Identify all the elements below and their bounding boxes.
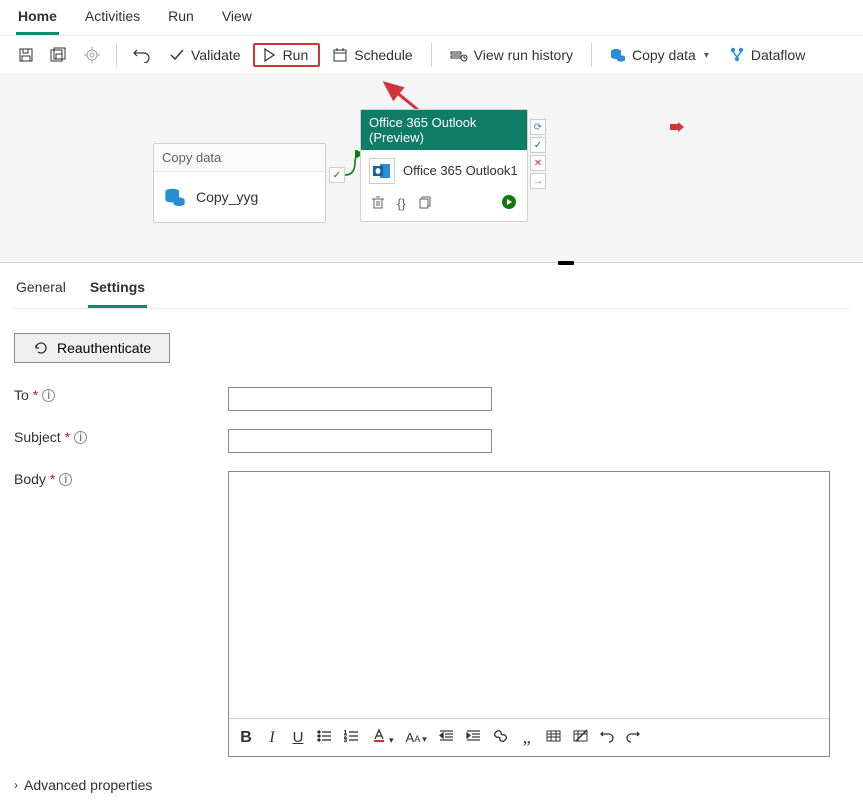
activity-copy-data[interactable]: Copy data Copy_yyg (153, 143, 326, 223)
delete-icon[interactable] (371, 195, 385, 212)
copy-data-button[interactable]: Copy data ▾ (602, 43, 717, 67)
chevron-right-icon: › (14, 778, 18, 792)
activity-name: Copy_yyg (196, 189, 258, 205)
chevron-down-icon: ▾ (704, 50, 709, 61)
bold-button[interactable]: B (239, 729, 253, 747)
quote-button[interactable]: „ (520, 727, 534, 748)
link-button[interactable] (493, 729, 508, 747)
toolbar-separator (591, 43, 592, 67)
tab-run[interactable]: Run (166, 6, 196, 35)
validate-label: Validate (191, 47, 241, 63)
output-fail-handle[interactable]: ✕ (530, 155, 546, 171)
body-textarea[interactable] (229, 472, 829, 718)
run-activity-icon[interactable] (501, 194, 517, 213)
run-label: Run (283, 47, 309, 63)
table-button[interactable] (546, 729, 561, 747)
font-color-button[interactable]: ▾ (371, 728, 394, 747)
info-icon[interactable]: i (74, 431, 87, 444)
output-success-handle[interactable]: ✓ (530, 137, 546, 153)
clear-format-button[interactable] (573, 729, 588, 747)
database-icon (610, 47, 626, 63)
activity-name: Office 365 Outlook1 (403, 163, 518, 179)
settings-gear-button[interactable] (78, 43, 106, 67)
gear-icon (84, 47, 100, 63)
advanced-properties-toggle[interactable]: › Advanced properties (14, 777, 849, 793)
numbered-list-button[interactable]: 123 (344, 729, 359, 747)
redo-button[interactable] (626, 729, 640, 747)
history-icon (450, 47, 468, 63)
properties-panel: General Settings Reauthenticate To* i Su… (0, 263, 863, 803)
database-icon (164, 186, 186, 208)
subject-label: Subject* i (14, 429, 228, 445)
info-icon[interactable]: i (59, 473, 72, 486)
calendar-icon (332, 47, 348, 63)
dataflow-icon (729, 47, 745, 63)
tab-general[interactable]: General (14, 273, 68, 308)
annotation-arrow-small (670, 122, 684, 132)
outlook-icon (369, 158, 395, 184)
copy-icon[interactable] (418, 195, 432, 212)
view-run-history-button[interactable]: View run history (442, 43, 581, 67)
dataflow-button[interactable]: Dataflow (721, 43, 813, 67)
copy-data-label: Copy data (632, 47, 696, 63)
underline-button[interactable]: U (291, 729, 305, 746)
play-icon (261, 47, 277, 63)
pipeline-canvas[interactable]: Copy data Copy_yyg ✓ Office 365 Outlook … (0, 75, 863, 263)
refresh-icon (33, 340, 49, 356)
settings-form: To* i Subject* i Body* i B I U (14, 387, 849, 757)
output-skip-handle[interactable]: → (530, 173, 546, 189)
bullet-list-button[interactable] (317, 729, 332, 747)
body-editor: B I U 123 ▾ AA▾ (228, 471, 830, 757)
toolbar-separator (116, 43, 117, 67)
save-all-icon (50, 47, 68, 63)
properties-tabs: General Settings (14, 273, 849, 309)
ribbon-tabs: Home Activities Run View (0, 0, 863, 36)
undo-button[interactable] (600, 729, 614, 747)
to-label: To* i (14, 387, 228, 403)
info-icon[interactable]: i (42, 389, 55, 402)
activity-outlook[interactable]: Office 365 Outlook (Preview) Office 365 … (360, 109, 528, 222)
save-all-button[interactable] (44, 43, 74, 67)
body-label: Body* i (14, 471, 228, 487)
tab-settings[interactable]: Settings (88, 273, 147, 308)
toolbar: Validate Run Schedule View run history C… (0, 36, 863, 75)
code-icon[interactable]: {} (397, 196, 406, 211)
undo-icon (133, 47, 151, 63)
toolbar-separator (431, 43, 432, 67)
run-button[interactable]: Run (253, 43, 321, 67)
activity-type-label: Copy data (154, 144, 325, 172)
activity-type-label: Office 365 Outlook (Preview) (361, 110, 527, 150)
subject-input[interactable] (228, 429, 492, 453)
schedule-label: Schedule (354, 47, 412, 63)
rich-text-toolbar: B I U 123 ▾ AA▾ (229, 718, 829, 756)
reauthenticate-button[interactable]: Reauthenticate (14, 333, 170, 363)
save-button[interactable] (12, 43, 40, 67)
output-success-handle[interactable]: ✓ (329, 167, 345, 183)
save-icon (18, 47, 34, 63)
font-size-button[interactable]: AA▾ (406, 730, 427, 745)
undo-button[interactable] (127, 43, 157, 67)
schedule-button[interactable]: Schedule (324, 43, 420, 67)
outdent-button[interactable] (439, 729, 454, 747)
tab-activities[interactable]: Activities (83, 6, 142, 35)
to-input[interactable] (228, 387, 492, 411)
validate-button[interactable]: Validate (161, 43, 249, 67)
view-run-history-label: View run history (474, 47, 573, 63)
dataflow-label: Dataflow (751, 47, 805, 63)
reauthenticate-label: Reauthenticate (57, 340, 151, 356)
panel-resize-handle[interactable] (558, 261, 574, 265)
italic-button[interactable]: I (265, 729, 279, 747)
svg-text:3: 3 (344, 738, 347, 743)
output-retry-handle[interactable]: ⟳ (530, 119, 546, 135)
indent-button[interactable] (466, 729, 481, 747)
activity-output-handles: ⟳ ✓ ✕ → (530, 119, 546, 189)
tab-home[interactable]: Home (16, 6, 59, 35)
check-icon (169, 47, 185, 63)
advanced-properties-label: Advanced properties (24, 777, 152, 793)
tab-view[interactable]: View (220, 6, 254, 35)
